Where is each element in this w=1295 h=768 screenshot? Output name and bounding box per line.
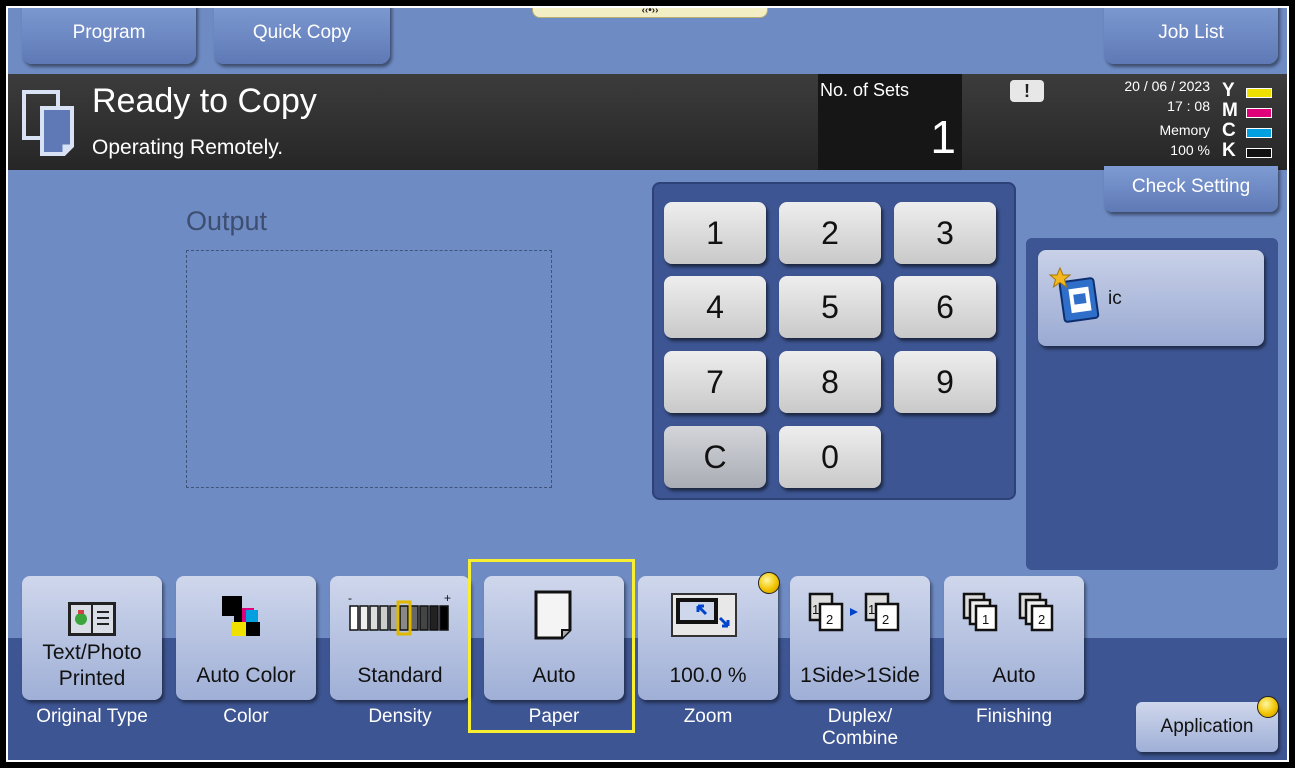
toner-letter: M: [1222, 100, 1238, 121]
shortcut-label: ic: [1108, 288, 1122, 309]
duplex-value: 1Side>1Side: [800, 664, 920, 687]
toner-magenta: M: [1222, 100, 1282, 122]
toner-black: K: [1222, 140, 1282, 162]
application-indicator-icon: [1257, 696, 1279, 718]
svg-text:2: 2: [1038, 612, 1045, 627]
key-1[interactable]: 1: [664, 202, 766, 264]
key-6[interactable]: 6: [894, 276, 996, 338]
toner-letter: Y: [1222, 80, 1235, 101]
remote-status-text: Operating Remotely.: [92, 136, 284, 159]
panel-drag-handle[interactable]: ‹‹•››: [532, 8, 768, 18]
sets-label: No. of Sets: [820, 80, 910, 100]
svg-text:+: +: [444, 591, 451, 605]
date-text: 20 / 06 / 2023: [1124, 78, 1210, 94]
toner-level-icon: [1246, 128, 1272, 138]
duplex-icon: 1 2 1 2: [808, 592, 900, 632]
original-type-value: Text/Photo Printed: [42, 641, 142, 690]
svg-text:1: 1: [868, 602, 875, 617]
toner-letter: C: [1222, 120, 1236, 141]
density-value: Standard: [357, 664, 443, 687]
warning-icon[interactable]: !: [1010, 80, 1044, 102]
svg-text:-: -: [348, 591, 352, 605]
shortcut-ic-button[interactable]: ic: [1038, 250, 1264, 346]
svg-text:2: 2: [826, 612, 833, 627]
ready-status-title: Ready to Copy: [92, 82, 317, 120]
finishing-icon: 1 2: [962, 592, 1054, 632]
key-clear[interactable]: C: [664, 426, 766, 488]
color-icon: [222, 596, 260, 636]
output-preview-area: [186, 250, 552, 488]
copy-screen: Program Quick Copy ‹‹•›› Job List Ready …: [6, 6, 1289, 762]
finishing-label: Finishing: [975, 706, 1053, 727]
density-button[interactable]: - + Standard: [330, 576, 470, 700]
copy-icon: [22, 90, 74, 156]
duplex-label: Duplex/ Combine: [821, 706, 899, 749]
finishing-value: Auto: [992, 664, 1036, 687]
key-5[interactable]: 5: [779, 276, 881, 338]
color-button[interactable]: Auto Color: [176, 576, 316, 700]
svg-text:1: 1: [812, 602, 819, 617]
density-icon: - +: [348, 591, 451, 636]
finishing-button[interactable]: 1 2 Auto: [944, 576, 1084, 700]
key-3[interactable]: 3: [894, 202, 996, 264]
key-9[interactable]: 9: [894, 351, 996, 413]
duplex-button[interactable]: 1 2 1 2 1Side>1Side: [790, 576, 930, 700]
shortcut-panel: ic: [1026, 238, 1278, 570]
key-4[interactable]: 4: [664, 276, 766, 338]
time-text: 17 : 08: [1167, 98, 1210, 114]
toner-yellow: Y: [1222, 80, 1282, 102]
toner-level-icon: [1246, 148, 1272, 158]
check-setting-button[interactable]: Check Setting: [1104, 166, 1278, 212]
original-type-label: Original Type: [36, 706, 148, 727]
zoom-icon: [671, 593, 737, 637]
toner-level-icon: [1246, 108, 1272, 118]
memory-label: Memory: [1159, 122, 1210, 138]
zoom-indicator-icon: [758, 572, 780, 594]
color-label: Color: [223, 706, 269, 727]
numeric-keypad: 1 2 3 4 5 6 7 8 9 C 0: [652, 182, 1016, 500]
toner-letter: K: [1222, 140, 1236, 161]
key-8[interactable]: 8: [779, 351, 881, 413]
sets-display: No. of Sets 1: [818, 74, 962, 170]
original-type-icon: [68, 602, 116, 636]
tab-quick-copy[interactable]: Quick Copy: [214, 8, 390, 64]
tab-program[interactable]: Program: [22, 8, 196, 64]
key-0[interactable]: 0: [779, 426, 881, 488]
tab-job-list[interactable]: Job List: [1104, 8, 1278, 64]
toner-level-icon: [1246, 88, 1272, 98]
svg-text:1: 1: [982, 612, 989, 627]
original-type-button[interactable]: Text/Photo Printed: [22, 576, 162, 700]
density-label: Density: [368, 706, 432, 727]
sets-value: 1: [930, 111, 956, 163]
copy-program-icon: [1048, 266, 1100, 323]
status-bar: Ready to Copy Operating Remotely. No. of…: [8, 74, 1287, 170]
svg-text:2: 2: [882, 612, 889, 627]
memory-value: 100 %: [1170, 142, 1210, 158]
paper-selection-highlight: [468, 559, 635, 733]
color-value: Auto Color: [196, 664, 296, 687]
zoom-button[interactable]: 100.0 %: [638, 576, 778, 700]
key-2[interactable]: 2: [779, 202, 881, 264]
key-7[interactable]: 7: [664, 351, 766, 413]
output-label: Output: [186, 206, 268, 236]
zoom-label: Zoom: [683, 706, 733, 727]
toner-cyan: C: [1222, 120, 1282, 142]
zoom-value: 100.0 %: [669, 664, 747, 687]
